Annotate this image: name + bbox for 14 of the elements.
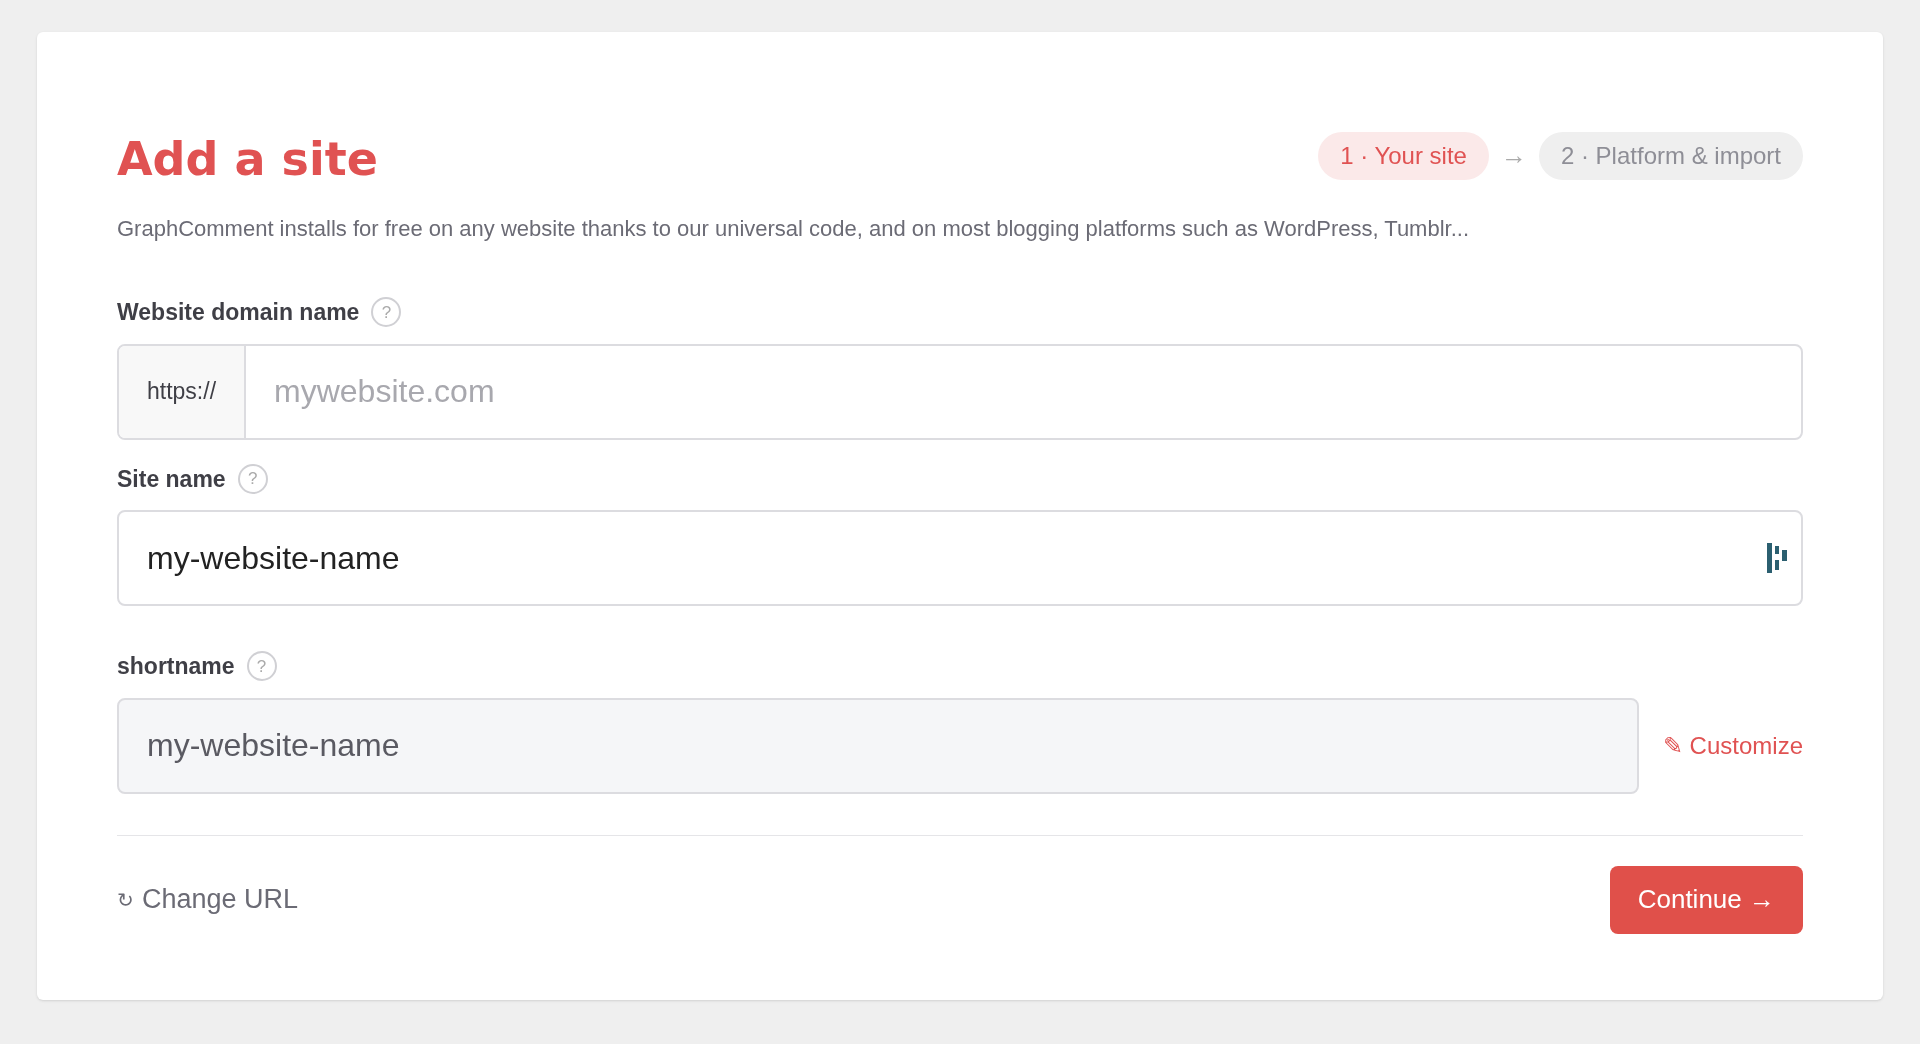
arrow-separator: → [1500,139,1527,172]
field-label: Site name [117,464,226,494]
refresh-icon: ↻ [117,884,134,915]
text-field[interactable]: https:// mywebsite.com [117,343,1803,440]
field-label: Website domain name [117,298,360,327]
step-pill: 1 · Your site [1318,131,1489,180]
input-field[interactable]: mywebsite.com [246,345,1801,438]
continue-button[interactable]: Continue → [1609,865,1803,934]
url-prefix: https:// [119,345,247,438]
description: GraphComment installs for free on any website thanks to our universal code, and on most blogging platforms such as WordPress, Tumblr... [117,215,1471,243]
field-label: shortname [117,652,235,681]
step-pill: 2 · Platform & import [1538,131,1803,180]
page-title: Add a site [117,131,378,188]
change-url-label[interactable]: Change URL [142,879,299,920]
